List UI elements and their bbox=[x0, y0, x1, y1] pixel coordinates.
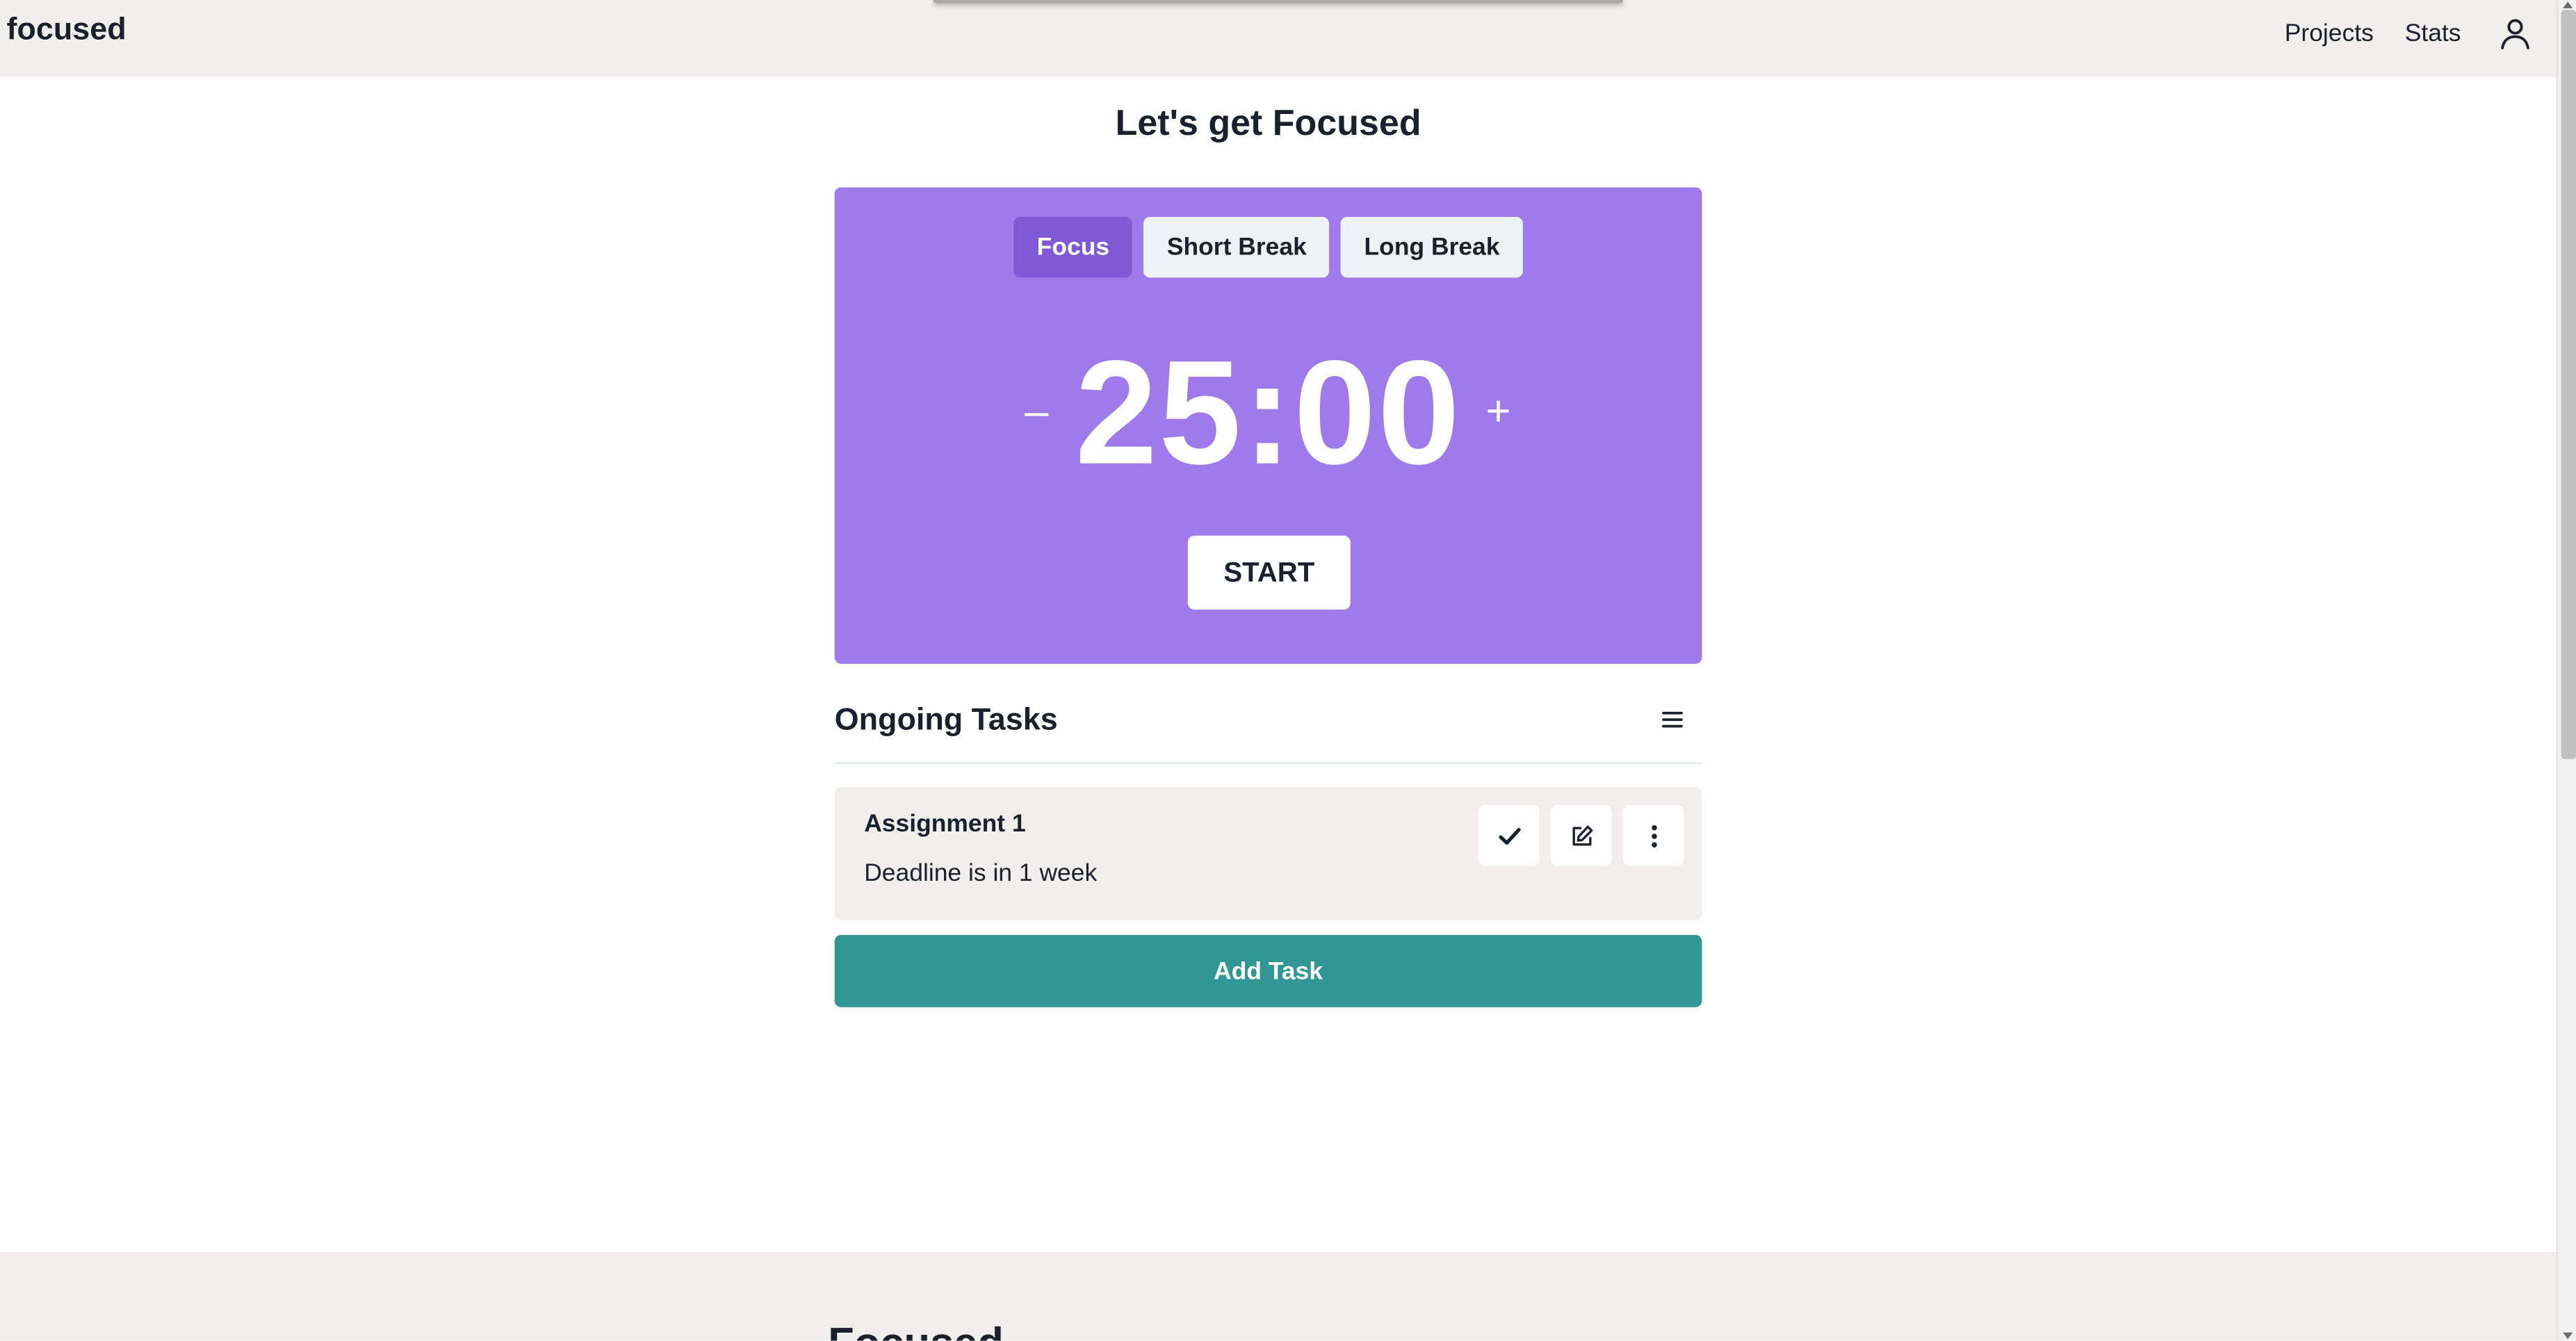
more-vertical-icon bbox=[1651, 824, 1656, 847]
page: focused Projects Stats Let's get Focused… bbox=[0, 0, 2576, 1341]
footer: Focused bbox=[0, 1251, 2557, 1341]
tab-focus[interactable]: Focus bbox=[1013, 216, 1133, 278]
task-name: Assignment 1 bbox=[864, 810, 1026, 838]
page-title: Let's get Focused bbox=[1115, 101, 1421, 143]
hamburger-menu-icon[interactable] bbox=[1659, 706, 1686, 733]
timer-display: 25:00 bbox=[1075, 332, 1462, 496]
popup-edge bbox=[933, 0, 1624, 3]
logo[interactable]: focused bbox=[6, 13, 126, 49]
add-task-button[interactable]: Add Task bbox=[834, 934, 1702, 1007]
edit-task-button[interactable] bbox=[1551, 805, 1612, 866]
user-icon[interactable] bbox=[2497, 15, 2534, 51]
nav-projects-link[interactable]: Projects bbox=[2285, 19, 2374, 47]
top-nav-bar: focused Projects Stats bbox=[0, 0, 2557, 78]
tasks-header: Ongoing Tasks bbox=[834, 697, 1702, 765]
footer-title: Focused bbox=[828, 1318, 1004, 1341]
nav-links: Projects Stats bbox=[2253, 0, 2534, 66]
scroll-up-arrow-icon[interactable] bbox=[2563, 1, 2573, 8]
mode-tabs: Focus Short Break Long Break bbox=[835, 216, 1702, 278]
increase-time-button[interactable]: + bbox=[1478, 381, 1518, 440]
vertical-scrollbar[interactable] bbox=[2556, 0, 2576, 1341]
tab-long-break[interactable]: Long Break bbox=[1341, 216, 1523, 278]
start-button[interactable]: START bbox=[1187, 535, 1351, 610]
complete-task-button[interactable] bbox=[1478, 805, 1540, 866]
check-icon bbox=[1498, 827, 1520, 844]
edit-icon bbox=[1572, 824, 1592, 845]
timer-card: Focus Short Break Long Break – 25:00 + S… bbox=[834, 187, 1702, 664]
more-options-button[interactable] bbox=[1623, 805, 1684, 866]
scrollbar-thumb[interactable] bbox=[2561, 10, 2576, 759]
tab-short-break[interactable]: Short Break bbox=[1143, 216, 1330, 278]
task-description: Deadline is in 1 week bbox=[864, 859, 1098, 888]
task-card: Assignment 1 Deadline is in 1 week bbox=[834, 787, 1702, 920]
scroll-down-arrow-icon[interactable] bbox=[2563, 1332, 2573, 1340]
tasks-title: Ongoing Tasks bbox=[834, 703, 1058, 738]
nav-stats-link[interactable]: Stats bbox=[2405, 19, 2461, 47]
task-actions bbox=[1478, 805, 1684, 866]
